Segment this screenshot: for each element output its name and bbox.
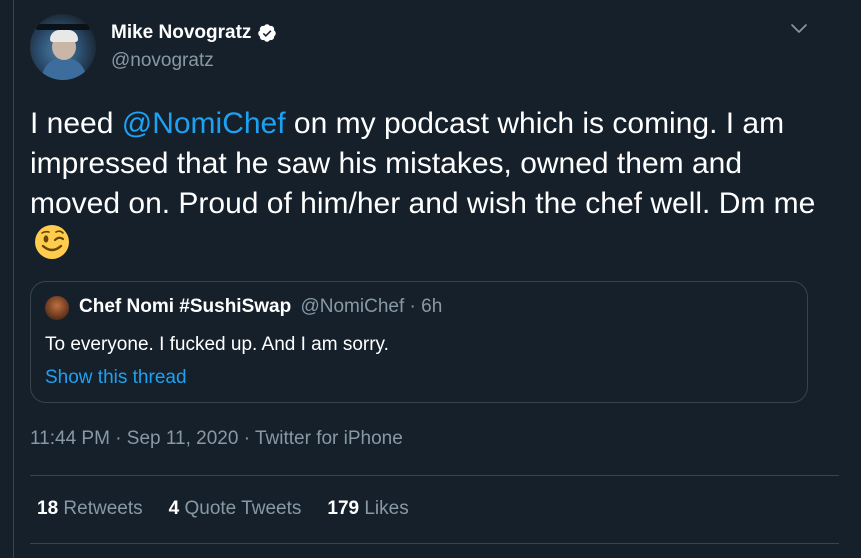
author-avatar[interactable] <box>30 14 96 80</box>
quoted-tweet-header: Chef Nomi #SushiSwap @NomiChef · 6h <box>79 296 442 318</box>
avatar-banner <box>36 24 90 30</box>
engagement-stats: 18 Retweets 4 Quote Tweets 179 Likes <box>37 498 435 520</box>
tweet-text-part-1: I need <box>30 107 122 140</box>
quoted-tweet-card[interactable]: Chef Nomi #SushiSwap @NomiChef · 6h To e… <box>30 281 808 403</box>
divider <box>30 543 839 544</box>
winking-face-emoji-icon <box>35 225 69 259</box>
likes-count: 179 <box>327 498 360 519</box>
avatar-figure-hair <box>50 30 78 42</box>
quote-tweets-label: Quote Tweets <box>184 498 302 519</box>
column-border <box>13 0 14 558</box>
quoted-author-handle-time: @NomiChef · 6h <box>300 296 443 317</box>
retweets-count: 18 <box>37 498 59 519</box>
quoted-tweet-text: To everyone. I fucked up. And I am sorry… <box>45 334 389 355</box>
quoted-author-name: Chef Nomi #SushiSwap <box>79 296 292 317</box>
tweet-timestamp[interactable]: 11:44 PM · Sep 11, 2020 · Twitter for iP… <box>30 428 403 450</box>
likes-stat[interactable]: 179 Likes <box>327 498 408 520</box>
avatar-figure-body <box>42 58 86 80</box>
quoted-author-avatar <box>45 296 69 320</box>
likes-label: Likes <box>364 498 409 519</box>
author-name-row[interactable]: Mike Novogratz <box>111 22 277 44</box>
tweet-text: I need @NomiChef on my podcast which is … <box>30 104 820 265</box>
author-name[interactable]: Mike Novogratz <box>111 22 251 44</box>
quote-tweets-count: 4 <box>168 498 180 519</box>
author-handle[interactable]: @novogratz <box>111 50 214 72</box>
verified-badge-icon <box>258 24 277 42</box>
divider <box>30 475 839 476</box>
quote-tweets-stat[interactable]: 4 Quote Tweets <box>169 498 302 520</box>
mention-link[interactable]: @NomiChef <box>122 107 286 140</box>
chevron-down-icon[interactable] <box>790 22 808 36</box>
show-thread-link[interactable]: Show this thread <box>45 367 187 389</box>
retweets-stat[interactable]: 18 Retweets <box>37 498 143 520</box>
retweets-label: Retweets <box>63 498 143 519</box>
